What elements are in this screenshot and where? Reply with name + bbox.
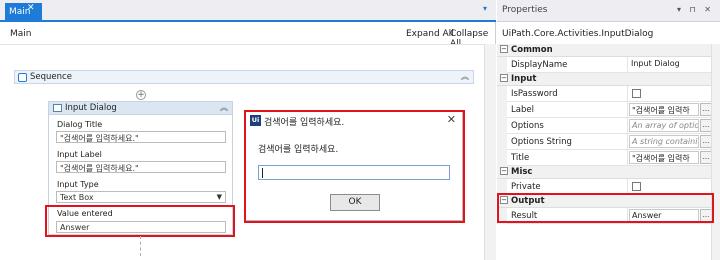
property-row-options-string[interactable]: Options String A string containin ...	[497, 134, 720, 150]
row-gutter	[497, 118, 507, 134]
dialog-title-label: Dialog Title	[57, 120, 103, 129]
properties-title: Properties	[502, 5, 548, 15]
activity-collapse-icon[interactable]: ︽	[220, 102, 228, 113]
property-value[interactable]: "검색어를 입력하	[629, 103, 699, 116]
row-gutter	[497, 86, 507, 102]
properties-header: Properties ▾ ⊓ ✕	[497, 0, 720, 22]
input-label-label: Input Label	[57, 150, 102, 159]
highlight-box-dialog	[244, 110, 465, 223]
properties-scrollbar[interactable]	[711, 44, 720, 260]
input-type-label: Input Type	[57, 180, 99, 189]
property-name: IsPassword	[511, 89, 558, 99]
highlight-box-value-entered	[45, 205, 235, 237]
add-activity-icon[interactable]: +	[136, 90, 146, 100]
column-divider	[627, 57, 628, 73]
tab-menu-icon[interactable]: ▾	[483, 4, 487, 13]
row-gutter	[497, 150, 507, 166]
property-name: Private	[511, 182, 541, 192]
category-input[interactable]: − Input	[497, 73, 720, 86]
category-label: Common	[511, 45, 553, 55]
column-divider	[627, 150, 628, 166]
close-icon[interactable]: ✕	[27, 3, 35, 13]
tab-bar: Main ✕ ▾	[0, 0, 496, 22]
row-gutter	[497, 134, 507, 150]
sequence-header[interactable]: Sequence ︽	[14, 70, 474, 84]
category-misc[interactable]: − Misc	[497, 166, 720, 179]
input-label-field[interactable]: "검색어를 입력하세요."	[56, 161, 226, 173]
dialog-title-field[interactable]: "검색어를 입력하세요."	[56, 131, 226, 143]
tab-main[interactable]: Main	[5, 3, 42, 22]
property-name: Options String	[511, 137, 572, 147]
collapse-minus-icon[interactable]: −	[500, 74, 508, 82]
category-label: Input	[511, 74, 537, 84]
category-common[interactable]: − Common	[497, 44, 720, 57]
flow-connector	[140, 236, 141, 256]
column-divider	[627, 118, 628, 134]
sequence-collapse-icon[interactable]: ︽	[461, 71, 469, 82]
row-gutter	[497, 57, 507, 73]
category-label: Misc	[511, 167, 533, 177]
property-row-title[interactable]: Title "검색어를 입력하 ...	[497, 150, 720, 166]
column-divider	[627, 102, 628, 118]
row-gutter	[497, 102, 507, 118]
designer-scrollbar[interactable]	[484, 44, 496, 260]
property-value[interactable]: Input Dialog	[629, 58, 699, 71]
property-value[interactable]: An array of option	[629, 119, 699, 132]
sequence-icon	[18, 73, 27, 82]
input-type-value: Text Box	[60, 193, 94, 202]
column-divider	[627, 86, 628, 102]
collapse-minus-icon[interactable]: −	[500, 45, 508, 53]
highlight-box-output	[497, 193, 714, 223]
column-divider	[627, 134, 628, 150]
breadcrumb[interactable]: Main	[10, 29, 32, 39]
property-row-ispassword[interactable]: IsPassword	[497, 86, 720, 102]
activity-title: Input Dialog	[65, 103, 117, 113]
property-value[interactable]: "검색어를 입력하	[629, 151, 699, 164]
sequence-title: Sequence	[30, 72, 72, 82]
property-row-label[interactable]: Label "검색어를 입력하 ...	[497, 102, 720, 118]
property-name: DisplayName	[511, 60, 568, 70]
input-dialog-icon	[53, 104, 62, 112]
property-row-displayname[interactable]: DisplayName Input Dialog	[497, 57, 720, 73]
chevron-down-icon: ▼	[216, 193, 222, 201]
collapse-minus-icon[interactable]: −	[500, 167, 508, 175]
ispassword-checkbox[interactable]	[632, 89, 641, 98]
property-name: Label	[511, 105, 534, 115]
property-row-options[interactable]: Options An array of option ...	[497, 118, 720, 134]
expand-all-link[interactable]: Expand All	[406, 29, 454, 39]
input-type-select[interactable]: Text Box ▼	[56, 191, 226, 203]
activity-type-name: UiPath.Core.Activities.InputDialog	[502, 29, 654, 39]
property-name: Title	[511, 153, 530, 163]
panel-controls-icon[interactable]: ▾ ⊓ ✕	[677, 5, 714, 14]
activity-header[interactable]: Input Dialog ︽	[49, 102, 232, 115]
property-value[interactable]: A string containin	[629, 135, 699, 148]
property-name: Options	[511, 121, 544, 131]
private-checkbox[interactable]	[632, 182, 641, 191]
